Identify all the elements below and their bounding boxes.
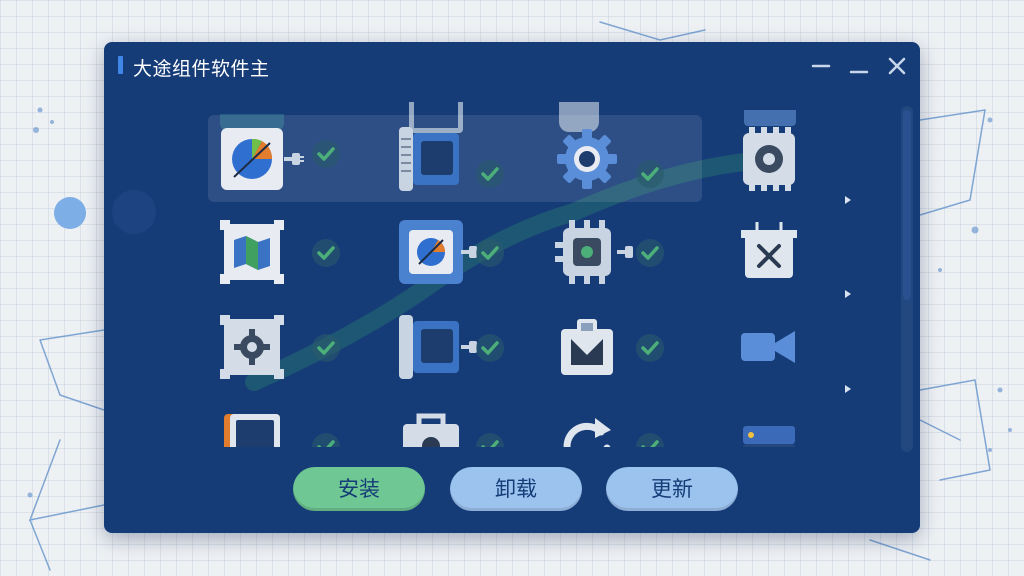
close-icon [888,57,906,75]
installed-check-icon [636,433,664,447]
component-document[interactable] [220,410,284,447]
chip-gear-icon [743,127,795,191]
chart-app-icon [399,220,463,284]
expand-arrow-icon[interactable] [845,385,851,393]
installed-check-icon [312,239,340,267]
document-icon [224,414,280,447]
pie-chart-icon [221,128,283,190]
uninstall-button[interactable]: 卸载 [450,467,582,511]
installed-check-icon [476,239,504,267]
installed-check-icon [476,334,504,362]
connector-plug-icon [284,153,304,165]
map-icon [220,220,284,284]
expand-arrow-icon[interactable] [845,290,851,298]
component-tools-box[interactable] [737,220,801,284]
module-card-icon [399,127,459,191]
component-refresh[interactable] [555,410,619,447]
minimize-icon [811,64,831,68]
installed-check-icon [312,433,340,447]
scrollbar-thumb[interactable] [903,110,911,300]
installed-check-icon [312,334,340,362]
component-package[interactable] [555,315,619,379]
connector-plug-icon [617,246,633,258]
installed-check-icon [476,160,504,188]
card-connector-icon [399,315,459,379]
chip-icon [555,220,611,284]
component-card-connector[interactable] [399,315,477,379]
component-grid [104,102,899,447]
component-pie-chart[interactable] [220,127,304,191]
app-window: 大途组件软件主 安装 卸载 更新 [104,42,920,533]
close-button[interactable] [883,52,911,80]
component-module-card[interactable] [399,127,463,191]
expand-arrow-icon[interactable] [845,196,851,204]
component-chart-app[interactable] [399,220,477,284]
update-button[interactable]: 更新 [606,467,738,511]
title-accent-bar [118,56,123,74]
component-chip[interactable] [555,220,633,284]
window-title: 大途组件软件主 [133,58,270,80]
installed-check-icon [476,433,504,447]
component-bag[interactable] [399,410,463,447]
restore-icon [849,70,869,74]
installed-check-icon [636,160,664,188]
tools-box-icon [741,222,797,278]
restore-button[interactable] [845,52,873,80]
server-icon [743,426,795,447]
refresh-icon [563,418,611,447]
component-chip-gear[interactable] [737,127,801,191]
package-icon [561,319,613,375]
settings-panel-icon [220,315,284,379]
component-gear[interactable] [555,127,619,191]
minimize-button[interactable] [807,52,835,80]
installed-check-icon [636,334,664,362]
gear-icon [557,129,617,189]
component-map[interactable] [220,220,284,284]
component-server[interactable] [737,410,801,447]
vertical-scrollbar[interactable] [901,106,913,452]
installed-check-icon [312,140,340,168]
video-camera-icon [741,331,795,363]
installed-check-icon [636,239,664,267]
install-button[interactable]: 安装 [293,467,425,511]
component-video-camera[interactable] [737,315,801,379]
title-bar: 大途组件软件主 [104,42,920,90]
component-settings-panel[interactable] [220,315,284,379]
bag-icon [403,413,459,447]
